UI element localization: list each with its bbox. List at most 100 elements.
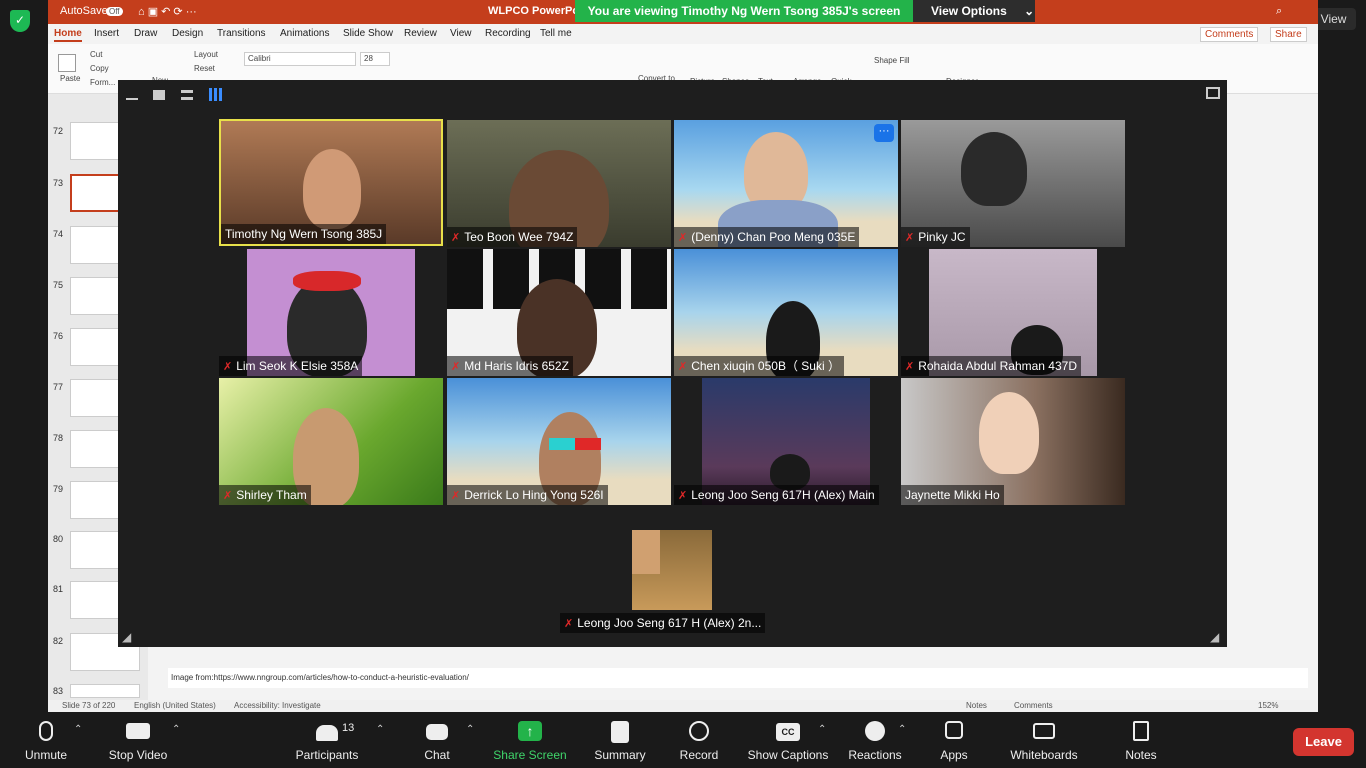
- participant-tile[interactable]: ✗ Pinky JC: [901, 120, 1125, 247]
- tab-design[interactable]: Design: [172, 28, 203, 39]
- chevron-up-icon[interactable]: ⌃: [466, 724, 474, 735]
- video-camera-icon: [126, 723, 150, 739]
- slide-notes[interactable]: Image from:https://www.nngroup.com/artic…: [168, 668, 1308, 688]
- view-button-label: View: [1320, 12, 1347, 26]
- font-size-select[interactable]: 28: [360, 52, 390, 66]
- autosave-toggle[interactable]: Off: [106, 7, 123, 16]
- copy-button[interactable]: Copy: [90, 64, 109, 73]
- participant-tile[interactable]: ✗ Md Haris Idris 652Z: [447, 249, 671, 376]
- participant-tile[interactable]: ✗ Lim Seok K Elsie 358A: [219, 249, 443, 376]
- resize-handle-icon[interactable]: ◢: [122, 630, 131, 644]
- gallery-toolbar: [118, 80, 1227, 110]
- show-captions-button[interactable]: CC Show Captions: [744, 712, 832, 768]
- slide-number: 79: [53, 484, 64, 494]
- minimize-icon[interactable]: [126, 90, 138, 100]
- quick-access-icons[interactable]: ⌂ ▣ ↶ ⟳ ···: [138, 5, 197, 18]
- resize-handle-icon[interactable]: ◢: [1210, 630, 1219, 644]
- chevron-down-icon: ⌄: [1024, 4, 1035, 18]
- autosave-label: AutoSave: [60, 5, 108, 17]
- clipboard-icon: [58, 54, 76, 72]
- stop-video-button[interactable]: Stop Video: [104, 712, 172, 768]
- tab-home[interactable]: Home: [54, 28, 82, 42]
- outer-right-panel: [1318, 0, 1366, 712]
- search-icon[interactable]: ⌕: [1276, 5, 1282, 18]
- participant-name: ✗ Rohaida Abdul Rahman 437D: [901, 356, 1081, 376]
- participant-tile[interactable]: ✗ Teo Boon Wee 794Z: [447, 120, 671, 247]
- leave-button[interactable]: Leave: [1293, 728, 1354, 756]
- accessibility-status[interactable]: Accessibility: Investigate: [234, 701, 321, 710]
- chevron-up-icon[interactable]: ⌃: [898, 724, 906, 735]
- record-icon: [689, 721, 709, 741]
- slide-counter: Slide 73 of 220: [62, 701, 116, 710]
- participant-tile[interactable]: ✗ Rohaida Abdul Rahman 437D: [901, 249, 1125, 376]
- tab-review[interactable]: Review: [404, 28, 437, 39]
- unmute-button[interactable]: Unmute: [18, 712, 74, 768]
- paste-button[interactable]: Paste: [60, 74, 80, 83]
- shape-fill-button[interactable]: Shape Fill: [874, 56, 910, 65]
- chevron-up-icon[interactable]: ⌃: [818, 724, 826, 735]
- view-options-button[interactable]: View Options ⌄: [913, 0, 1035, 22]
- whiteboards-label: Whiteboards: [1010, 748, 1078, 762]
- participant-tile[interactable]: ✗ Chen xiuqin 050B（ Suki ）: [674, 249, 898, 376]
- participant-avatar: [979, 392, 1039, 474]
- language-status[interactable]: English (United States): [134, 701, 216, 710]
- chat-label: Chat: [424, 748, 450, 762]
- shield-icon[interactable]: ✓: [10, 10, 30, 32]
- tab-insert[interactable]: Insert: [94, 28, 119, 39]
- muted-mic-icon: ✗: [905, 361, 915, 373]
- cut-button[interactable]: Cut: [90, 50, 102, 59]
- tab-slide-show[interactable]: Slide Show: [343, 28, 393, 39]
- chat-button[interactable]: Chat: [414, 712, 460, 768]
- participants-button[interactable]: 13 Participants: [292, 712, 362, 768]
- captions-icon: CC: [776, 723, 800, 741]
- slide-thumbnail[interactable]: [70, 684, 140, 698]
- slide-number: 83: [53, 686, 64, 696]
- exit-fullscreen-icon[interactable]: [1206, 87, 1220, 99]
- record-button[interactable]: Record: [674, 712, 724, 768]
- tab-draw[interactable]: Draw: [134, 28, 157, 39]
- zoom-level[interactable]: 152%: [1258, 701, 1278, 710]
- muted-mic-icon: ✗: [678, 232, 688, 244]
- slide-number: 82: [53, 636, 64, 646]
- participant-tile[interactable]: ✗ Derrick Lo Hing Yong 526I: [447, 378, 671, 505]
- comments-button[interactable]: Comments: [1200, 27, 1259, 42]
- more-options-icon[interactable]: ···: [874, 124, 894, 142]
- slide-number: 75: [53, 280, 64, 290]
- share-button[interactable]: Share: [1270, 27, 1307, 42]
- participants-icon: [316, 725, 338, 741]
- participant-tile[interactable]: ✗ Shirley Tham: [219, 378, 443, 505]
- tab-transitions[interactable]: Transitions: [217, 28, 266, 39]
- layout-button[interactable]: Layout: [194, 50, 218, 59]
- whiteboards-button[interactable]: Whiteboards: [1004, 712, 1084, 768]
- participant-tile[interactable]: Timothy Ng Wern Tsong 385J: [219, 119, 443, 246]
- participant-tile[interactable]: ··· ✗ (Denny) Chan Poo Meng 035E: [674, 120, 898, 247]
- format-painter-button[interactable]: Form...: [90, 78, 115, 87]
- strip-view-icon[interactable]: [181, 90, 193, 100]
- share-screen-button[interactable]: ↑ Share Screen: [492, 712, 568, 768]
- reactions-button[interactable]: Reactions: [844, 712, 906, 768]
- font-family-select[interactable]: Calibri: [244, 52, 356, 66]
- participant-tile[interactable]: ✗ Leong Joo Seng 617H (Alex) Main: [674, 378, 898, 505]
- participant-name: ✗ Leong Joo Seng 617 H (Alex) 2n...: [560, 613, 766, 633]
- tab-view[interactable]: View: [450, 28, 472, 39]
- gallery-view-icon[interactable]: [209, 88, 222, 101]
- notes-button[interactable]: Notes: [1118, 712, 1164, 768]
- muted-mic-icon: ✗: [905, 232, 915, 244]
- smiley-icon: [865, 721, 885, 741]
- tab-tell-me[interactable]: Tell me: [540, 28, 572, 39]
- comments-toggle[interactable]: Comments: [1014, 701, 1053, 710]
- slide-number: 73: [53, 178, 64, 188]
- muted-mic-icon: ✗: [451, 232, 461, 244]
- chevron-up-icon[interactable]: ⌃: [172, 724, 180, 735]
- tab-animations[interactable]: Animations: [280, 28, 329, 39]
- apps-button[interactable]: Apps: [932, 712, 976, 768]
- chevron-up-icon[interactable]: ⌃: [74, 724, 82, 735]
- summary-button[interactable]: Summary: [590, 712, 650, 768]
- participant-tile[interactable]: Jaynette Mikki Ho: [901, 378, 1125, 505]
- tab-recording[interactable]: Recording: [485, 28, 531, 39]
- participant-video-small[interactable]: [632, 530, 712, 610]
- speaker-view-icon[interactable]: [153, 90, 165, 100]
- notes-toggle[interactable]: Notes: [966, 701, 987, 710]
- reset-button[interactable]: Reset: [194, 64, 215, 73]
- chevron-up-icon[interactable]: ⌃: [376, 724, 384, 735]
